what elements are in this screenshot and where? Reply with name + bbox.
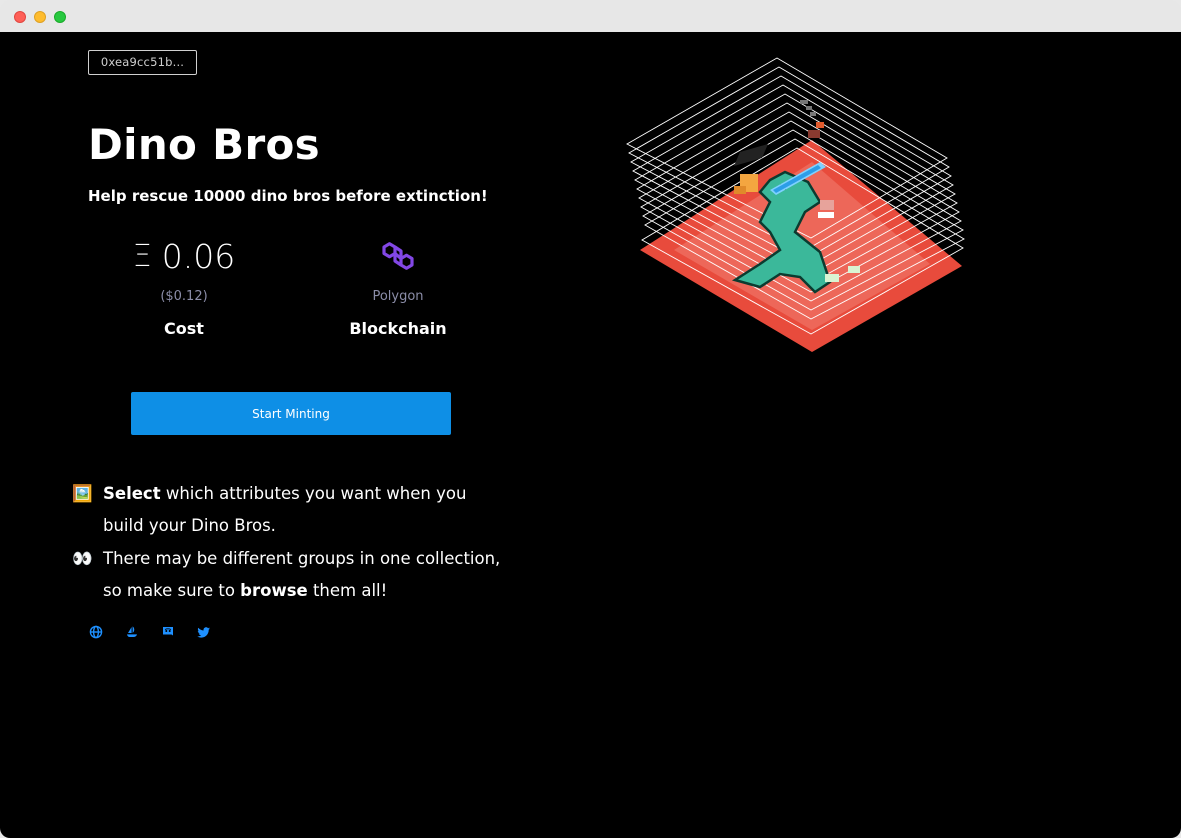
info-browse-groups: 👀 There may be different groups in one c…	[72, 543, 502, 607]
window-titlebar	[0, 0, 1181, 32]
maximize-window-button[interactable]	[54, 11, 66, 23]
blockchain-label: Blockchain	[349, 319, 447, 338]
close-window-button[interactable]	[14, 11, 26, 23]
blockchain-name: Polygon	[372, 289, 424, 304]
opensea-icon[interactable]	[124, 624, 140, 640]
discord-icon[interactable]	[160, 624, 176, 640]
cost-value: 0.06	[161, 236, 236, 276]
eyes-icon: 👀	[72, 549, 93, 568]
info-browse-bold: browse	[240, 581, 308, 600]
collection-subtitle: Help rescue 10000 dino bros before extin…	[88, 187, 488, 205]
cost-stat: Ξ 0.06 ($0.12) Cost	[84, 232, 284, 339]
polygon-icon	[382, 242, 414, 270]
cost-label: Cost	[164, 319, 204, 338]
info-select-bold: Select	[103, 484, 161, 503]
info-select-attributes: 🖼️ Select which attributes you want when…	[72, 478, 492, 542]
info-browse-text: There may be different groups in one col…	[72, 543, 502, 607]
blockchain-stat: Polygon Blockchain	[298, 232, 498, 338]
wallet-address-chip[interactable]: 0xea9cc51b...	[88, 50, 197, 75]
blockchain-icon-row	[298, 232, 498, 280]
framed-picture-icon: 🖼️	[72, 484, 93, 503]
ethereum-icon: Ξ	[132, 238, 152, 274]
social-links	[88, 624, 212, 640]
twitter-icon[interactable]	[196, 624, 212, 640]
info-browse-post: them all!	[307, 581, 388, 600]
dino-layers-artwork	[626, 57, 965, 352]
collection-title: Dino Bros	[88, 120, 320, 169]
mint-page: 0xea9cc51b... Dino Bros Help rescue 1000…	[0, 32, 1181, 838]
globe-icon[interactable]	[88, 624, 104, 640]
cost-usd: ($0.12)	[160, 289, 208, 304]
info-select-text: Select which attributes you want when yo…	[72, 478, 492, 542]
start-minting-button[interactable]: Start Minting	[131, 392, 451, 435]
cost-value-row: Ξ 0.06	[84, 232, 284, 280]
browser-window: 0xea9cc51b... Dino Bros Help rescue 1000…	[0, 0, 1181, 838]
minimize-window-button[interactable]	[34, 11, 46, 23]
